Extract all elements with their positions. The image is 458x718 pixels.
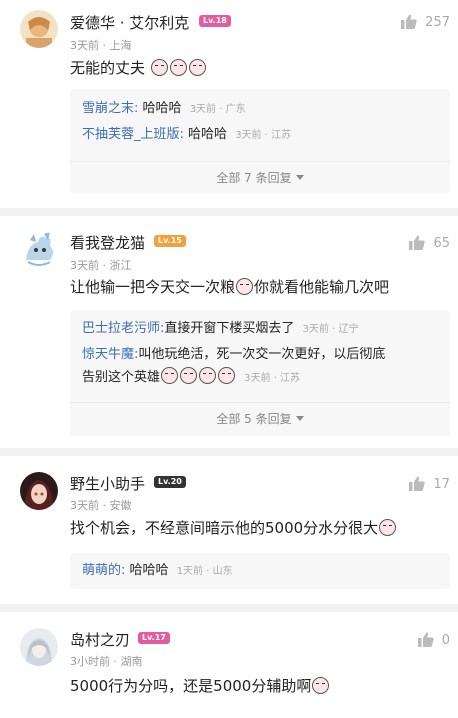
level-badge: Lv.18 <box>199 15 231 27</box>
comment-text: 让他输一把今天交一次粮 你就看他能输几次吧 <box>70 276 389 298</box>
blush-face-icon <box>161 367 179 384</box>
avatar[interactable] <box>20 230 58 268</box>
reply-item[interactable]: 雪崩之末: 哈哈哈 3天前 · 广东 <box>82 99 246 119</box>
comment-text-content: 找个机会，不经意间暗示他的5000分水分很大 <box>70 519 379 537</box>
reply-meta: 1天前 · 山东 <box>176 566 233 577</box>
reply-text: 哈哈哈 <box>188 127 228 142</box>
level-badge: Lv.17 <box>138 632 170 644</box>
reply-text: 直接开窗下楼买烟去了 <box>164 321 295 336</box>
avatar-image <box>20 230 58 268</box>
like-button[interactable]: 65 <box>409 235 450 251</box>
comment-card: 岛村之刃 Lv.17 3小时前 · 湖南 0 5000行为分吗，还是5000分辅… <box>0 612 458 718</box>
reply-item[interactable]: 惊天牛魔:叫他玩绝活，死一次交一次更好，以后彻底 <box>82 345 385 364</box>
comment-separator <box>0 604 458 612</box>
reply-author[interactable]: 萌萌的: <box>82 563 125 578</box>
reply-text: 告别这个英雄 <box>82 370 161 385</box>
blush-face-icon <box>218 367 236 384</box>
reply-panel: 雪崩之末: 哈哈哈 3天前 · 广东 不抽芙蓉_上班版: 哈哈哈 3天前 · 江… <box>70 89 450 193</box>
reply-item-continued: 告别这个英雄 3天前 · 江苏 <box>82 367 300 388</box>
comment-separator <box>0 208 458 216</box>
thumbs-up-icon <box>409 235 426 250</box>
comment-text-content: 5000行为分吗，还是5000分辅助啊 <box>70 677 312 695</box>
reply-meta: 3天前 · 江苏 <box>244 373 301 384</box>
comment-card: 爱德华 · 艾尔利克 Lv.18 3天前 · 上海 257 无能的丈夫 雪崩之末… <box>0 0 458 208</box>
like-count: 65 <box>433 236 450 251</box>
like-button[interactable]: 0 <box>417 632 450 648</box>
blush-face-icon <box>188 59 206 76</box>
reply-panel: 萌萌的: 哈哈哈 1天前 · 山东 <box>70 553 450 589</box>
avatar[interactable] <box>20 472 58 510</box>
like-count: 0 <box>441 633 450 648</box>
reply-author[interactable]: 雪崩之末: <box>82 101 138 116</box>
comment-card: 看我登龙猫 Lv.15 3天前 · 浙江 65 让他输一把今天交一次粮 你就看他能… <box>0 216 458 448</box>
reply-item[interactable]: 不抽芙蓉_上班版: 哈哈哈 3天前 · 江苏 <box>82 125 291 145</box>
reply-meta: 3天前 · 江苏 <box>235 130 292 141</box>
blush-face-icon <box>236 278 254 295</box>
view-all-replies-button[interactable]: 全部 5 条回复 <box>70 402 450 427</box>
comment-card: 野生小助手 Lv.20 3天前 · 安徽 17 找个机会，不经意间暗示他的500… <box>0 456 458 604</box>
comment-text-content-2: 你就看他能输几次吧 <box>254 278 390 296</box>
chevron-down-icon <box>295 175 304 180</box>
reply-author[interactable]: 惊天牛魔: <box>82 347 138 362</box>
comment-meta: 3天前 · 浙江 <box>70 259 132 272</box>
comment-text: 无能的丈夫 <box>70 57 207 79</box>
avatar-image <box>20 472 58 510</box>
blush-face-icon <box>199 367 217 384</box>
thumbs-up-icon <box>417 632 434 647</box>
blush-face-icon <box>169 59 187 76</box>
reply-text: 哈哈哈 <box>129 563 169 578</box>
username[interactable]: 爱德华 · 艾尔利克 <box>70 12 189 33</box>
like-count: 17 <box>433 477 450 492</box>
comment-text: 找个机会，不经意间暗示他的5000分水分很大 <box>70 517 397 539</box>
blush-face-icon <box>379 519 397 536</box>
reply-text: 哈哈哈 <box>142 101 182 116</box>
chevron-down-icon <box>295 416 304 421</box>
blush-face-icon <box>312 677 330 694</box>
like-button[interactable]: 257 <box>401 14 450 30</box>
divider <box>70 402 450 403</box>
blush-face-icon <box>180 367 198 384</box>
divider <box>70 161 450 162</box>
level-badge: Lv.20 <box>154 476 186 488</box>
level-badge: Lv.15 <box>154 235 186 247</box>
reply-text: 叫他玩绝活，死一次交一次更好，以后彻底 <box>138 347 386 362</box>
reply-meta: 3天前 · 辽宁 <box>302 324 359 335</box>
comment-separator <box>0 448 458 456</box>
comment-meta: 3小时前 · 湖南 <box>70 655 143 668</box>
avatar-image <box>20 10 58 48</box>
avatar[interactable] <box>20 10 58 48</box>
comment-text-content: 无能的丈夫 <box>70 59 146 77</box>
reply-author[interactable]: 不抽芙蓉_上班版: <box>82 127 184 142</box>
reply-item[interactable]: 巴士拉老污师:直接开窗下楼买烟去了 3天前 · 辽宁 <box>82 319 358 339</box>
view-all-replies-button[interactable]: 全部 7 条回复 <box>70 161 450 186</box>
comment-text: 5000行为分吗，还是5000分辅助啊 <box>70 675 330 697</box>
username[interactable]: 看我登龙猫 <box>70 232 145 253</box>
reply-meta: 3天前 · 广东 <box>189 104 246 115</box>
like-count: 257 <box>425 15 450 30</box>
avatar[interactable] <box>20 628 58 666</box>
username[interactable]: 岛村之刃 <box>70 629 130 650</box>
view-all-replies-label: 全部 7 条回复 <box>216 171 292 185</box>
avatar-image <box>20 628 58 666</box>
blush-face-icon <box>150 59 168 76</box>
thumbs-up-icon <box>409 476 426 491</box>
reply-panel: 巴士拉老污师:直接开窗下楼买烟去了 3天前 · 辽宁 惊天牛魔:叫他玩绝活，死一… <box>70 310 450 436</box>
comment-text-content: 让他输一把今天交一次粮 <box>70 278 236 296</box>
reply-author[interactable]: 巴士拉老污师: <box>82 321 164 336</box>
like-button[interactable]: 17 <box>409 476 450 492</box>
thumbs-up-icon <box>401 14 417 29</box>
comment-meta: 3天前 · 上海 <box>70 39 132 52</box>
username[interactable]: 野生小助手 <box>70 473 145 494</box>
view-all-replies-label: 全部 5 条回复 <box>216 412 292 426</box>
comment-meta: 3天前 · 安徽 <box>70 499 132 512</box>
reply-item[interactable]: 萌萌的: 哈哈哈 1天前 · 山东 <box>82 561 233 581</box>
